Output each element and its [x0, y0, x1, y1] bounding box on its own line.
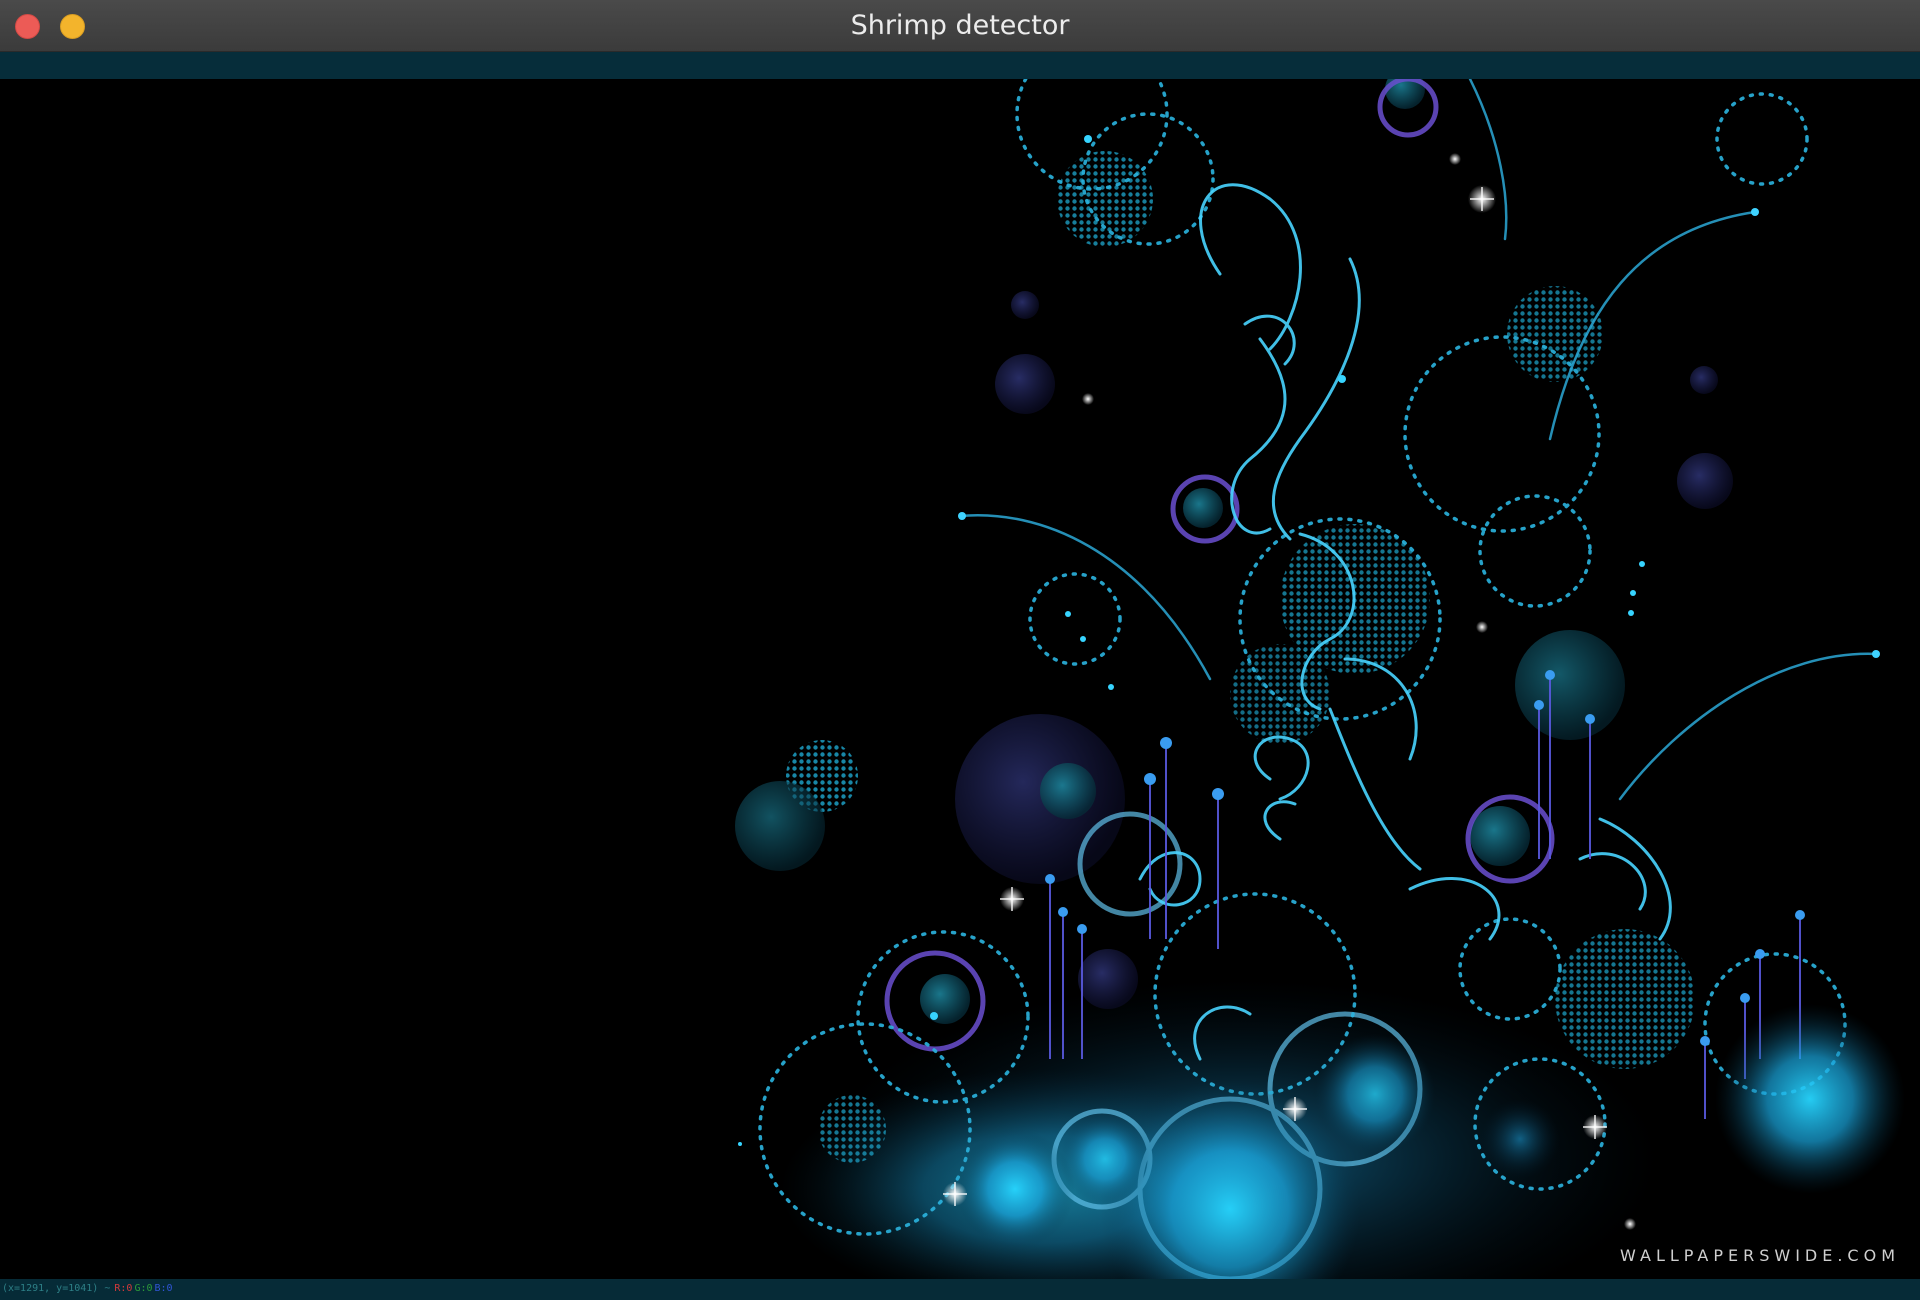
window-title: Shrimp detector	[850, 10, 1070, 41]
image-canvas[interactable]: WALLPAPERSWIDE.COM	[0, 79, 1920, 1279]
title-bar[interactable]: Shrimp detector	[0, 0, 1920, 52]
toolbar-strip	[0, 52, 1920, 79]
watermark-text: WALLPAPERSWIDE.COM	[1606, 1242, 1914, 1269]
status-bar: (x=1291, y=1041) ~ R:0 G:0 B:0	[0, 1279, 1920, 1300]
red-value: R:0	[114, 1283, 133, 1294]
wallpaper-image	[735, 79, 1905, 1279]
pixel-readout: (x=1291, y=1041) ~ R:0 G:0 B:0	[2, 1283, 173, 1295]
green-value: G:0	[134, 1283, 153, 1294]
app-window: Shrimp detector WALLPAPERSWIDE.COM (x=12…	[0, 0, 1920, 1300]
blue-value: B:0	[154, 1283, 173, 1294]
cursor-coordinates: (x=1291, y=1041) ~	[2, 1283, 111, 1294]
